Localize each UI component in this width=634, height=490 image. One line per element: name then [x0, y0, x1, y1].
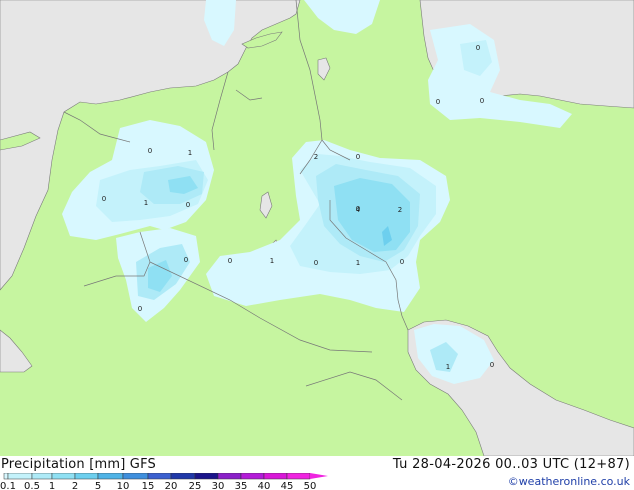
scale-tick-label: 30: [212, 481, 225, 490]
scale-tick-label: 0.5: [24, 481, 40, 490]
map-page: { "footer": { "title_left": "Precipitati…: [0, 0, 634, 490]
scale-arrow: [310, 473, 328, 479]
scale-swatch: [31, 473, 53, 480]
footer: Precipitation [mm] GFS Tu 28-04-2026 00.…: [0, 456, 634, 490]
scale-swatch: [170, 473, 196, 480]
svg-text:0: 0: [490, 361, 494, 369]
svg-text:0: 0: [476, 44, 480, 52]
svg-text:0: 0: [356, 153, 360, 161]
svg-text:0: 0: [184, 256, 188, 264]
scale-swatch: [97, 473, 124, 480]
scale-tick-label: 20: [165, 481, 178, 490]
scale-swatch: [74, 473, 99, 480]
valid-time: Tu 28-04-2026 00..03 UTC (12+87): [392, 457, 630, 472]
map-title: Precipitation [mm] GFS: [1, 457, 156, 472]
credit-link[interactable]: ©weatheronline.co.uk: [508, 475, 630, 488]
svg-text:0: 0: [480, 97, 484, 105]
scale-tick-label: 5: [95, 481, 101, 490]
scale-tick-label: 35: [235, 481, 248, 490]
svg-text:1: 1: [356, 259, 360, 267]
svg-text:2: 2: [398, 206, 402, 214]
svg-text:0: 0: [314, 259, 318, 267]
svg-text:2: 2: [314, 153, 318, 161]
scale-tick-label: 10: [117, 481, 130, 490]
scale-swatch: [286, 473, 311, 480]
scale-swatch: [263, 473, 288, 480]
scale-tick-label: 15: [142, 481, 155, 490]
svg-text:1: 1: [188, 149, 192, 157]
scale-tick-label: 0.1: [0, 481, 16, 490]
scale-swatch: [122, 473, 149, 480]
precipitation-map: 0 0 0 0 1 0 0 1 0 2 0 4 2 0 1 0 1 0 0 0 …: [0, 0, 634, 456]
svg-text:4: 4: [356, 206, 361, 214]
scale-tick-label: 25: [189, 481, 202, 490]
svg-text:1: 1: [270, 257, 274, 265]
scale-tick-label: 1: [49, 481, 55, 490]
scale-swatch: [217, 473, 242, 480]
scale-swatch: [194, 473, 219, 480]
svg-text:0: 0: [138, 305, 142, 313]
svg-text:0: 0: [186, 201, 190, 209]
svg-text:0: 0: [228, 257, 232, 265]
svg-text:1: 1: [144, 199, 148, 207]
scale-swatch: [147, 473, 172, 480]
scale-tick-label: 45: [281, 481, 294, 490]
svg-text:0: 0: [102, 195, 106, 203]
svg-text:1: 1: [446, 363, 450, 371]
scale-tick-label: 40: [258, 481, 271, 490]
scale-swatch: [51, 473, 76, 480]
scale-tick-label: 50: [304, 481, 317, 490]
scale-swatch: [3, 473, 9, 480]
scale-swatch: [240, 473, 265, 480]
color-scale: 0.1 0.5 1 2 5 10 15 20 25 30 35 40 45 50: [0, 473, 328, 490]
scale-tick-label: 2: [72, 481, 78, 490]
svg-text:0: 0: [400, 258, 404, 266]
svg-text:0: 0: [436, 98, 440, 106]
scale-swatch: [7, 473, 33, 480]
svg-text:0: 0: [148, 147, 152, 155]
